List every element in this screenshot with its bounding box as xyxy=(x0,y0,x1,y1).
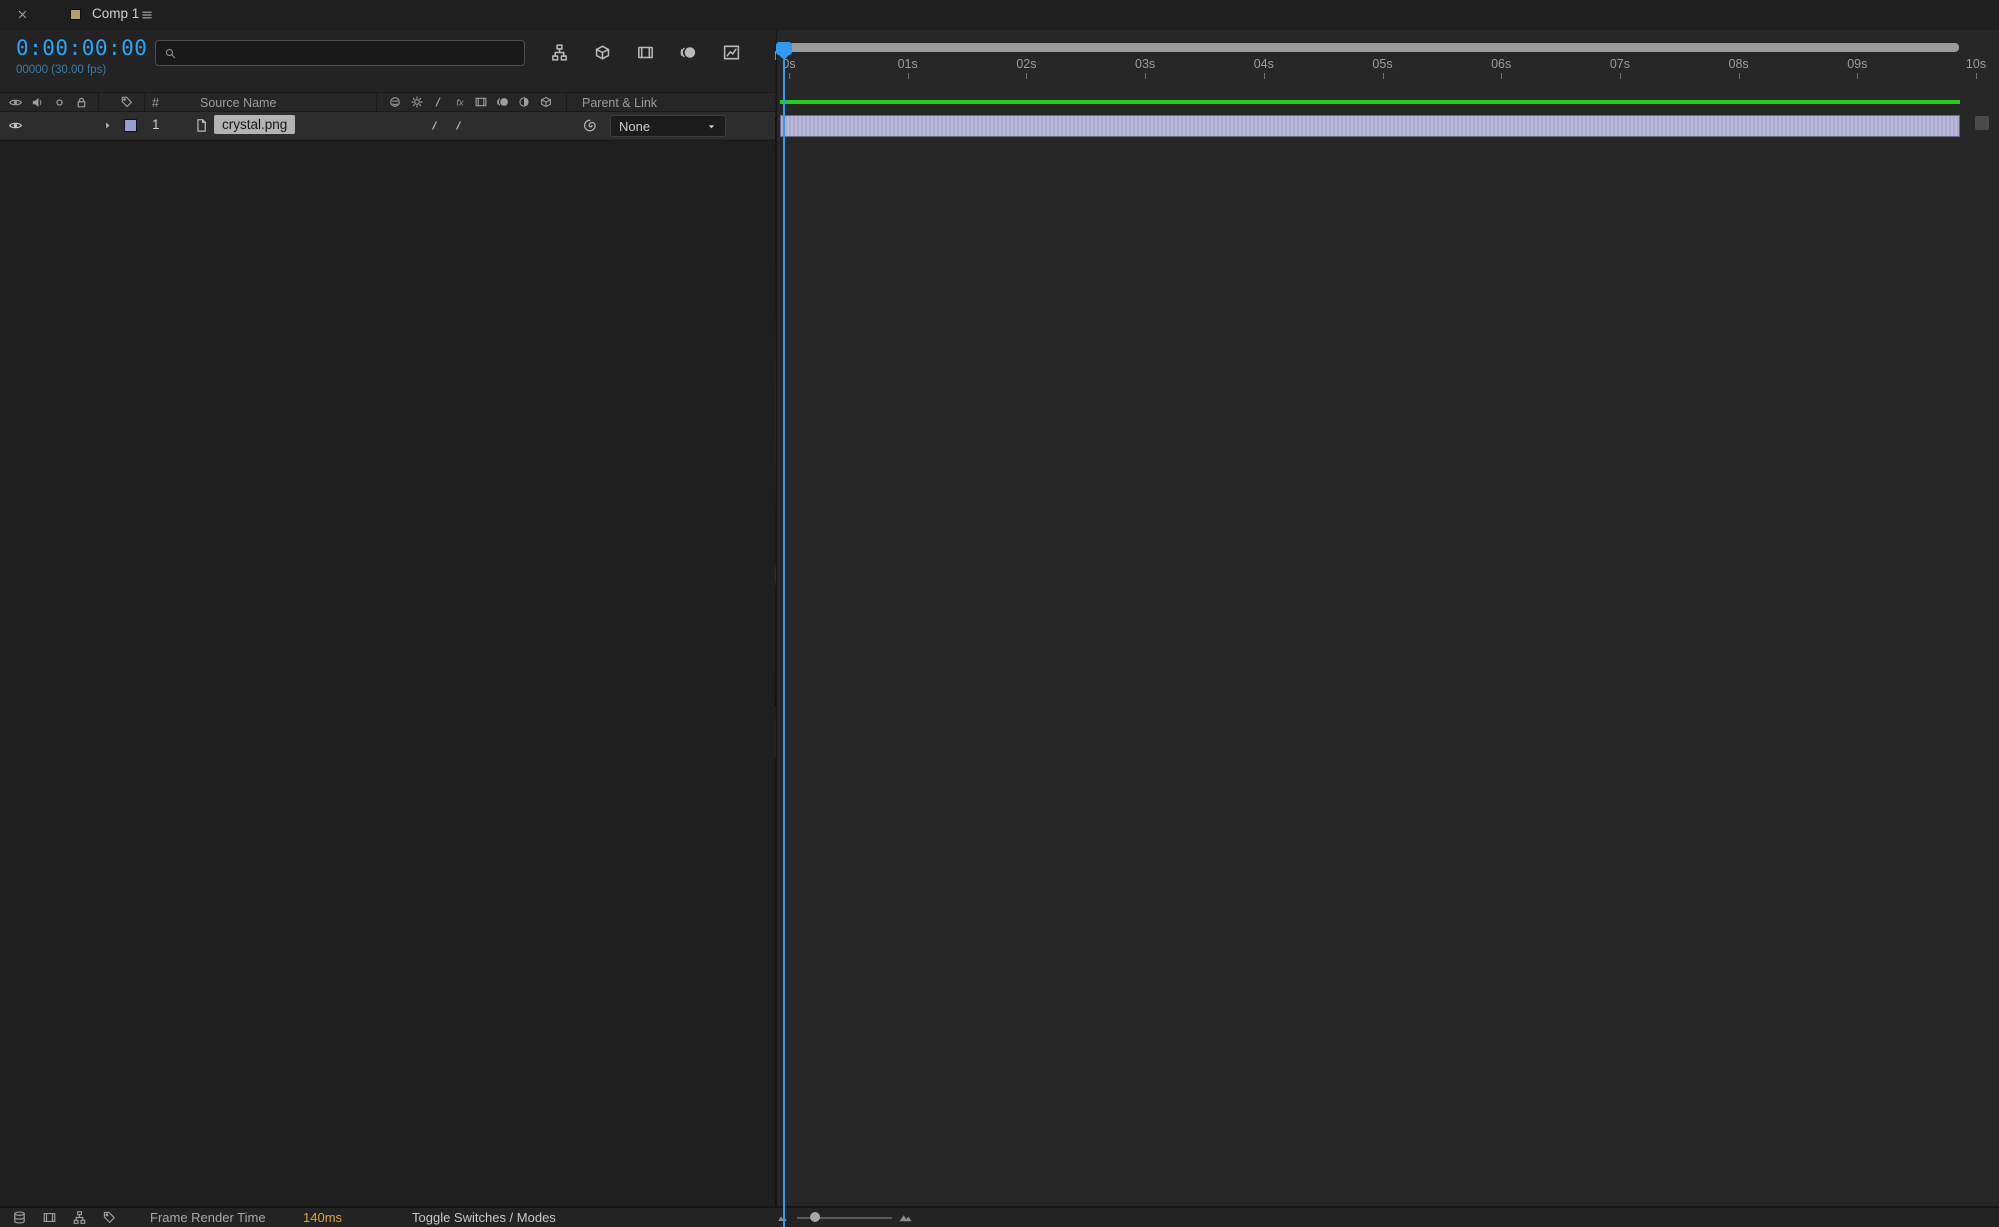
comp-marker-bin[interactable] xyxy=(1975,116,1989,130)
footage-file-icon xyxy=(194,118,209,133)
ruler-tick xyxy=(1738,73,1740,79)
effects-icon[interactable]: fx xyxy=(453,95,467,109)
shy-icon[interactable] xyxy=(388,95,402,109)
timeline-track-area: 0s01s02s03s04s05s06s07s08s09s10s xyxy=(776,30,1999,1227)
mini-flowchart-icon[interactable] xyxy=(550,43,569,62)
ruler-label: 05s xyxy=(1372,57,1393,71)
audio-icon[interactable] xyxy=(30,95,45,110)
flowchart-icon[interactable] xyxy=(72,1210,87,1225)
ruler-tick xyxy=(1857,73,1859,79)
ruler-label: 10s xyxy=(1965,57,1987,71)
ruler-tick xyxy=(1263,73,1265,79)
timeline-panel: Comp 1 0:00:00:00 00000 (30.00 fps) # So… xyxy=(0,0,1999,1227)
playhead-line xyxy=(783,60,785,1227)
status-bar: Frame Render Time 140ms Toggle Switches … xyxy=(0,1206,1999,1227)
timeline-left-pane: 0:00:00:00 00000 (30.00 fps) # Source Na… xyxy=(0,30,775,1227)
layer-label-color[interactable] xyxy=(124,119,137,132)
layer-index: 1 xyxy=(152,117,160,132)
ruler-label: 06s xyxy=(1491,57,1512,71)
layer-expander[interactable] xyxy=(102,120,113,131)
render-queue-icon[interactable] xyxy=(42,1210,57,1225)
ruler-tick xyxy=(1976,73,1977,79)
quality-switch[interactable] xyxy=(428,119,441,132)
timeline-search[interactable] xyxy=(155,40,525,66)
collapse-transformations-icon[interactable] xyxy=(410,95,424,109)
layer-duration-bar[interactable] xyxy=(780,115,1960,137)
parent-value: None xyxy=(619,118,651,134)
ruler-label: 01s xyxy=(897,57,918,71)
frame-blend-icon[interactable] xyxy=(474,95,488,109)
svg-text:fx: fx xyxy=(456,97,464,107)
quality-icon[interactable] xyxy=(431,95,445,109)
ruler-label: 02s xyxy=(1016,57,1037,71)
effects-switch[interactable] xyxy=(452,119,465,132)
timeline-tabbar[interactable]: Comp 1 xyxy=(0,0,1999,30)
motion-blur-icon[interactable] xyxy=(496,95,510,109)
ruler-label: 08s xyxy=(1728,57,1749,71)
ruler-tick xyxy=(1382,73,1384,79)
graph-editor-icon[interactable] xyxy=(722,43,741,62)
playhead-handle[interactable] xyxy=(776,42,792,60)
column-parent-link[interactable]: Parent & Link xyxy=(582,96,657,110)
zoom-in-mountain-icon[interactable] xyxy=(898,1209,913,1224)
column-source-name[interactable]: Source Name xyxy=(200,96,276,110)
parent-dropdown[interactable]: None xyxy=(610,115,726,137)
layer-name[interactable]: crystal.png xyxy=(214,115,296,134)
timeline-tab-label[interactable]: Comp 1 xyxy=(92,6,139,21)
video-icon[interactable] xyxy=(8,95,23,110)
adjustment-layer-icon[interactable] xyxy=(517,95,531,109)
ruler-tick xyxy=(1501,73,1503,79)
label-column-icon[interactable] xyxy=(120,95,134,109)
parent-pickwhip-icon[interactable] xyxy=(583,118,598,133)
composition-cache-icon[interactable] xyxy=(12,1210,27,1225)
cached-frames-bar xyxy=(780,100,1960,104)
3d-layer-icon[interactable] xyxy=(539,95,553,109)
metadata-icon[interactable] xyxy=(102,1210,117,1225)
motion-blur-icon[interactable] xyxy=(679,43,698,62)
caret-down-icon xyxy=(706,121,717,132)
ruler-tick xyxy=(1145,73,1147,79)
after-effects-window: T Snapping DefaultReviewLearnSmall Scree… xyxy=(0,0,1999,1227)
layer-list: 1 crystal.png None xyxy=(0,112,775,140)
timeline-search-input[interactable] xyxy=(183,45,516,61)
layer-visibility-toggle[interactable] xyxy=(8,118,23,133)
frame-render-time-label: Frame Render Time xyxy=(150,1210,266,1225)
ruler-tick xyxy=(789,73,790,79)
timeline-zoom-knob[interactable] xyxy=(810,1212,820,1222)
current-timecode[interactable]: 0:00:00:00 xyxy=(16,36,147,60)
time-ruler[interactable]: 0s01s02s03s04s05s06s07s08s09s10s xyxy=(777,54,1999,80)
ruler-label: 07s xyxy=(1609,57,1630,71)
ruler-tick xyxy=(1619,73,1621,79)
time-navigator-bar[interactable] xyxy=(789,43,1959,52)
column-index[interactable]: # xyxy=(152,96,159,110)
panel-menu-icon[interactable] xyxy=(140,8,154,22)
ruler-tick xyxy=(1026,73,1028,79)
frame-render-time-value: 140ms xyxy=(303,1210,343,1225)
draft-3d-icon[interactable] xyxy=(593,43,612,62)
layer-list-empty-area xyxy=(0,140,775,1227)
timeline-column-headers: # Source Name Parent & Link fx xyxy=(0,92,775,112)
comp-label-swatch xyxy=(70,9,81,20)
ruler-tick xyxy=(907,73,909,79)
ruler-label: 03s xyxy=(1135,57,1156,71)
solo-icon[interactable] xyxy=(52,95,67,110)
lock-icon[interactable] xyxy=(74,95,89,110)
ruler-label: 09s xyxy=(1847,57,1868,71)
frame-info: 00000 (30.00 fps) xyxy=(16,64,107,76)
frame-blend-icon[interactable] xyxy=(636,43,655,62)
toggle-switches-modes-button[interactable]: Toggle Switches / Modes xyxy=(412,1210,556,1225)
layer-row[interactable]: 1 crystal.png None xyxy=(0,112,775,140)
ruler-label: 04s xyxy=(1253,57,1274,71)
close-icon[interactable] xyxy=(16,8,29,21)
search-icon xyxy=(164,47,177,60)
timeline-toolbar-icons xyxy=(550,43,741,62)
